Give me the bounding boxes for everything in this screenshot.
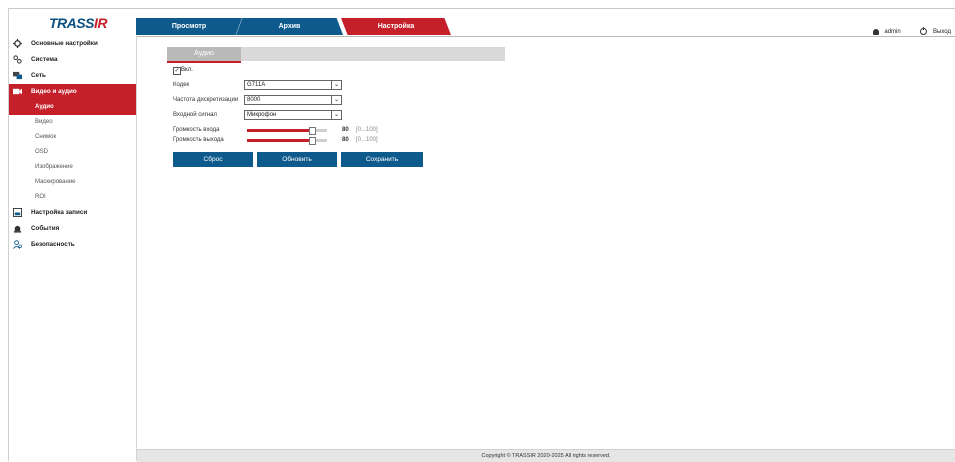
- main-content: Аудио ✓ Вкл. Кодек G711A ⌄ Частота дискр…: [137, 36, 955, 449]
- codec-select[interactable]: G711A ⌄: [244, 80, 342, 90]
- tab-settings[interactable]: Настройка: [341, 18, 451, 35]
- footer-copyright: Copyright © TRASSIR 2020-2025 All rights…: [137, 449, 955, 462]
- tab-audio[interactable]: Аудио: [167, 47, 241, 63]
- reset-button[interactable]: Сброс: [173, 152, 253, 167]
- enable-checkbox[interactable]: ✓: [173, 67, 181, 75]
- output-volume-handle[interactable]: [309, 137, 316, 145]
- input-volume-range: [0...100]: [356, 127, 378, 133]
- logo-accent-text: IR: [93, 15, 108, 31]
- network-icon: [13, 71, 22, 80]
- sidebar-item-label: Настройка записи: [31, 209, 88, 216]
- record-icon: [13, 208, 22, 217]
- events-icon: [13, 225, 22, 233]
- sidebar-item-label: Видео и аудио: [31, 88, 77, 95]
- codec-value: G711A: [247, 82, 266, 88]
- trassir-logo[interactable]: TRASSIR: [49, 15, 107, 31]
- sidebar-item-record-settings[interactable]: Настройка записи: [9, 205, 136, 221]
- sidebar: Основные настройки Система Сеть Видео и …: [9, 36, 137, 461]
- sidebar-item-system[interactable]: Система: [9, 52, 136, 68]
- tab-archive[interactable]: Архив: [236, 18, 343, 35]
- settings-icon: [13, 55, 22, 64]
- security-icon: [13, 240, 22, 249]
- sidebar-subitem-osd[interactable]: OSD: [9, 145, 136, 160]
- sidebar-item-label: Сеть: [31, 72, 46, 79]
- logout-link[interactable]: Выход: [916, 27, 951, 36]
- sample-rate-label: Частота дискретизации: [173, 97, 239, 103]
- input-volume-fill: [247, 129, 311, 132]
- refresh-button[interactable]: Обновить: [257, 152, 337, 167]
- sidebar-item-label: Основные настройки: [31, 40, 98, 47]
- logout-label: Выход: [933, 29, 951, 36]
- user-icon: [872, 28, 879, 35]
- sample-rate-value: 8000: [247, 97, 261, 103]
- audio-subtab-bar: Аудио: [167, 47, 505, 63]
- input-signal-label: Входной сигнал: [173, 112, 217, 118]
- sidebar-subitem-video[interactable]: Видео: [9, 115, 136, 130]
- sidebar-subitem-masking[interactable]: Маскирование: [9, 175, 136, 190]
- output-volume-fill: [247, 139, 311, 142]
- output-volume-value: 80: [342, 137, 349, 143]
- chevron-down-icon: ⌄: [331, 96, 341, 104]
- sidebar-item-network[interactable]: Сеть: [9, 68, 136, 84]
- left-border: [0, 8, 9, 461]
- codec-label: Кодек: [173, 82, 190, 88]
- sidebar-item-label: Система: [31, 56, 58, 63]
- sidebar-item-events[interactable]: События: [9, 221, 136, 237]
- input-volume-handle[interactable]: [309, 127, 316, 135]
- top-border: [0, 0, 955, 8]
- input-volume-value: 80: [342, 127, 349, 133]
- tab-view[interactable]: Просмотр: [136, 18, 242, 35]
- sample-rate-select[interactable]: 8000 ⌄: [244, 95, 342, 105]
- logo-main-text: TRASS: [49, 15, 94, 31]
- sidebar-item-basic-settings[interactable]: Основные настройки: [9, 36, 136, 52]
- chevron-down-icon: ⌄: [331, 81, 341, 89]
- app-window: TRASSIR admin Выход Просмотр Архив Настр…: [0, 0, 955, 462]
- sidebar-subitem-snapshot[interactable]: Снимок: [9, 130, 136, 145]
- sidebar-subitem-audio[interactable]: Аудио: [9, 100, 136, 115]
- sidebar-subitem-roi[interactable]: ROI: [9, 190, 136, 205]
- input-volume-slider[interactable]: [247, 127, 327, 135]
- chevron-down-icon: ⌄: [331, 111, 341, 119]
- input-signal-select[interactable]: Микрофон ⌄: [244, 110, 342, 120]
- input-volume-label: Громкость входа: [173, 127, 220, 133]
- save-button[interactable]: Сохранить: [341, 152, 423, 167]
- enable-label: Вкл.: [181, 67, 193, 73]
- username-label[interactable]: admin: [884, 29, 900, 35]
- header-user-area: admin Выход: [869, 27, 951, 36]
- gear-icon: [13, 39, 22, 48]
- sidebar-item-label: События: [31, 225, 60, 232]
- input-signal-value: Микрофон: [247, 112, 277, 118]
- sidebar-item-security[interactable]: Безопасность: [9, 237, 136, 253]
- output-volume-range: [0...100]: [356, 137, 378, 143]
- sidebar-subitem-image[interactable]: Изображение: [9, 160, 136, 175]
- sidebar-item-label: Безопасность: [31, 241, 75, 248]
- video-icon: [13, 88, 22, 95]
- power-icon: [920, 27, 928, 35]
- output-volume-slider[interactable]: [247, 137, 327, 145]
- sidebar-item-video-audio[interactable]: Видео и аудио: [9, 84, 136, 100]
- output-volume-label: Громкость выхода: [173, 137, 224, 143]
